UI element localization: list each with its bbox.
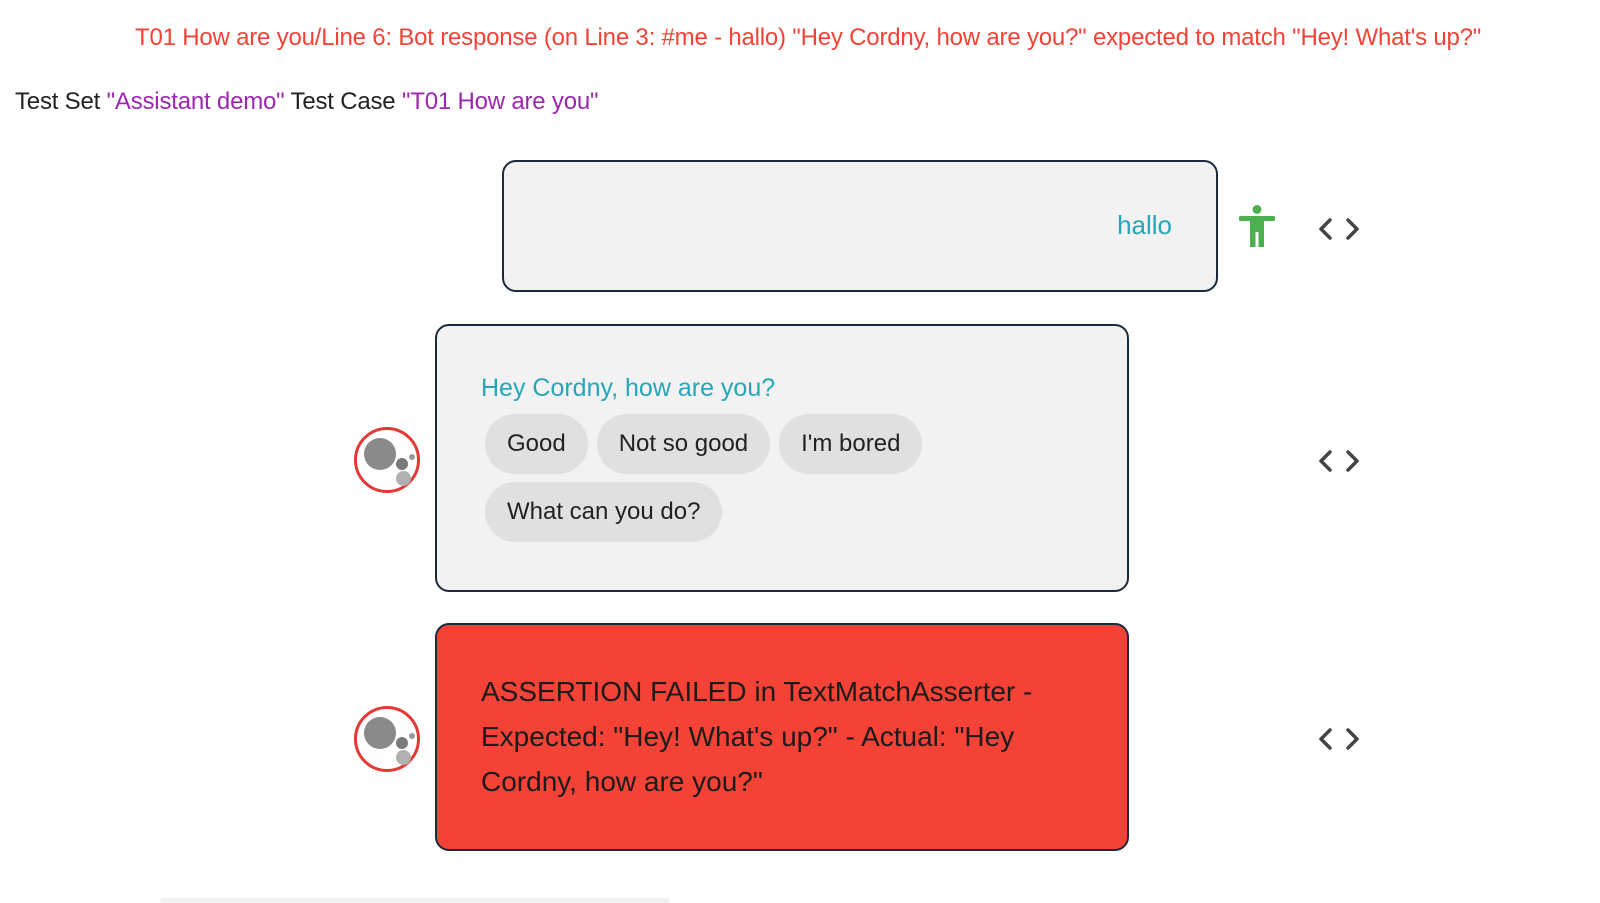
me-message-bubble: hallo xyxy=(502,160,1218,292)
suggestion-chip-what-can-you-do[interactable]: What can you do? xyxy=(485,482,723,542)
test-case-label: Test Case xyxy=(284,88,402,115)
suggestion-chip-im-bored[interactable]: I'm bored xyxy=(779,414,923,474)
assertion-error-text: ASSERTION FAILED in TextMatchAsserter - … xyxy=(481,676,1033,797)
code-brackets-icon[interactable] xyxy=(1317,214,1361,244)
test-set-label: Test Set xyxy=(15,88,107,115)
test-header: Test Set "Assistant demo" Test Case "T01… xyxy=(15,88,599,116)
accessibility-person-icon xyxy=(1239,205,1275,247)
suggestion-chips: Good Not so good I'm bored What can you … xyxy=(485,414,1085,542)
test-case-name: "T01 How are you" xyxy=(401,88,599,115)
error-banner: T01 How are you/Line 6: Bot response (on… xyxy=(135,24,1482,51)
bot-avatar-icon xyxy=(354,427,420,493)
bot-message-bubble: Hey Cordny, how are you? Good Not so goo… xyxy=(435,324,1129,592)
bot-avatar-icon xyxy=(354,706,420,772)
code-brackets-icon[interactable] xyxy=(1317,724,1361,754)
test-set-name: "Assistant demo" xyxy=(106,88,285,115)
bot-message-text: Hey Cordny, how are you? xyxy=(481,374,776,402)
next-message-edge xyxy=(160,898,670,903)
suggestion-chip-good[interactable]: Good xyxy=(485,414,588,474)
suggestion-chip-not-so-good[interactable]: Not so good xyxy=(596,414,771,474)
assertion-error-bubble: ASSERTION FAILED in TextMatchAsserter - … xyxy=(435,623,1129,851)
me-message-text: hallo xyxy=(1117,210,1172,240)
code-brackets-icon[interactable] xyxy=(1317,446,1361,476)
